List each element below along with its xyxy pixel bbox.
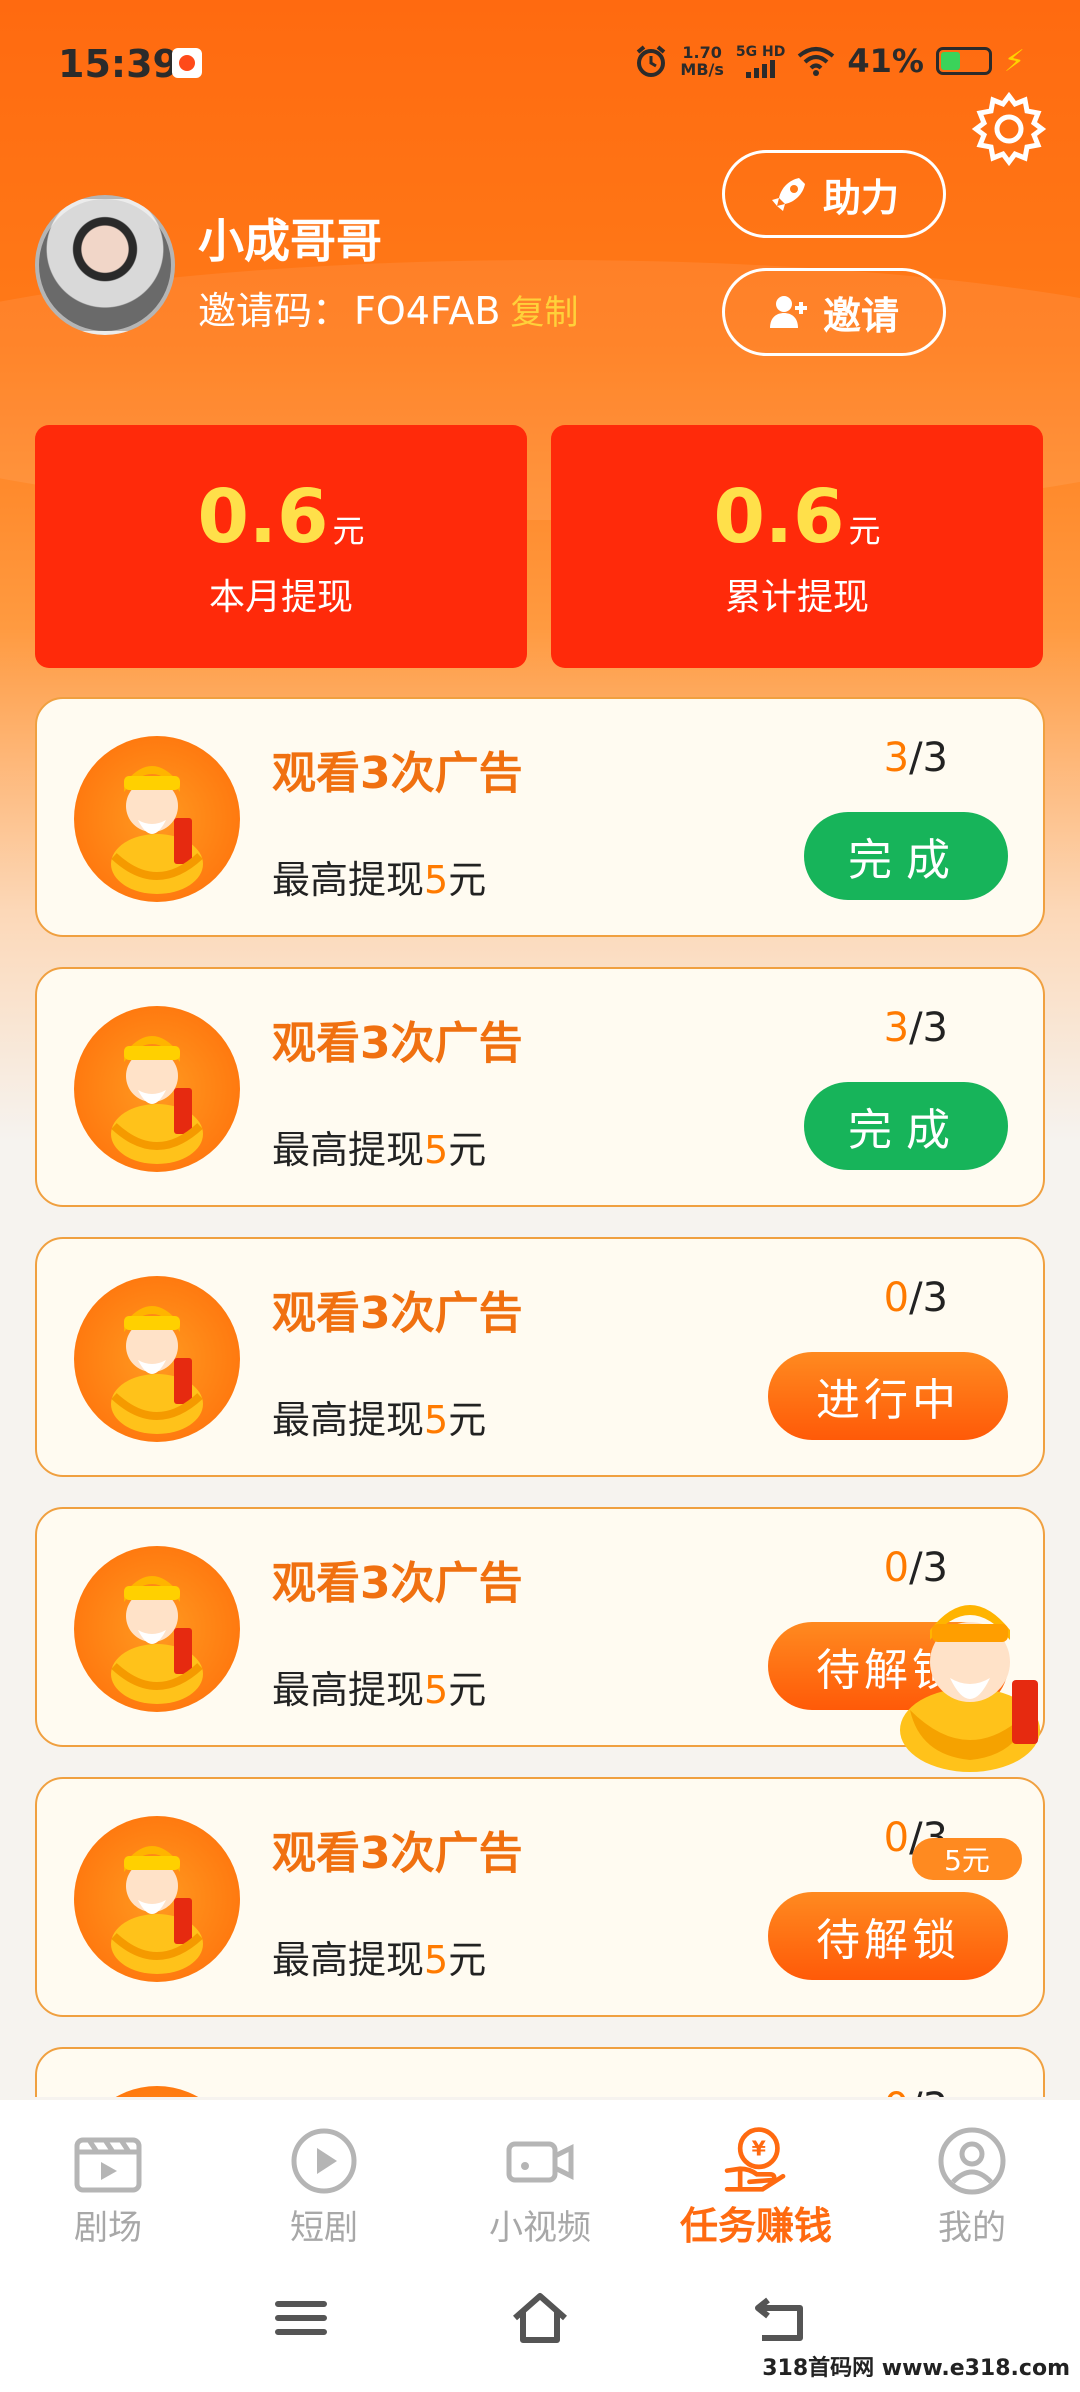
battery-icon	[935, 47, 992, 75]
task-action-button[interactable]: 完成	[804, 812, 1008, 900]
username: 小成哥哥	[198, 214, 382, 268]
wifi-icon	[798, 47, 835, 76]
task-title: 观看3次广告	[272, 1828, 523, 1879]
floating-reward-badge[interactable]: 5元	[912, 1838, 1022, 1880]
home-icon[interactable]	[507, 2288, 573, 2348]
monthly-withdrawal-card: 0.6 元 本月提现	[35, 425, 527, 668]
nav-label: 小视频	[489, 2208, 591, 2248]
menu-icon[interactable]	[268, 2288, 334, 2348]
signal-group: 5G HD	[736, 44, 785, 78]
fortune-god-icon	[74, 2086, 240, 2097]
status-bar: 15:39 1.70 MB/s 5G HD 41% ⚡	[0, 0, 1080, 130]
floating-reward-widget[interactable]	[880, 1580, 1060, 1780]
task-action-button[interactable]: 进行中	[768, 1352, 1008, 1440]
task-title: 观看3次广告	[272, 1558, 523, 1609]
fortune-god-icon	[74, 1816, 240, 1982]
app-notification-icon	[172, 48, 202, 78]
invite-button[interactable]: 邀请	[722, 268, 946, 356]
fortune-god-icon	[900, 1605, 1040, 1772]
task-title: 观看3次广告	[272, 1288, 523, 1339]
back-icon[interactable]	[748, 2288, 814, 2348]
fortune-god-icon	[74, 1546, 240, 1712]
fortune-god-icon	[74, 736, 240, 902]
video-camera-icon	[506, 2141, 574, 2183]
total-withdrawal-value: 0.6	[713, 473, 845, 560]
help-button-label: 助力	[822, 175, 899, 220]
nav-item-small-video[interactable]: 小视频	[432, 2100, 648, 2250]
invite-code: FO4FAB	[354, 289, 501, 333]
task-reward-text: 最高提现5元	[272, 1128, 487, 1172]
gear-icon	[971, 91, 1047, 167]
task-action-button[interactable]: 完成	[804, 1082, 1008, 1170]
nav-item-short-drama[interactable]: 短剧	[216, 2100, 432, 2250]
system-nav-bar: 318首码网 www.e318.com	[0, 2250, 1080, 2392]
task-card: 观看3次广告最高提现5元 0/3 进行中	[35, 1237, 1045, 1477]
charging-icon: ⚡	[1003, 43, 1025, 79]
avatar[interactable]	[35, 195, 175, 335]
nav-label: 短剧	[290, 2208, 358, 2248]
signal-icon	[745, 59, 775, 78]
task-progress: 0/3	[883, 1275, 948, 1321]
svg-text:¥: ¥	[752, 2137, 767, 2161]
task-title: 观看3次广告	[272, 748, 523, 799]
settings-button[interactable]	[970, 90, 1048, 168]
task-reward-text: 最高提现5元	[272, 1398, 487, 1442]
task-card: 观看3次广告最高提现5元0/3待解锁	[35, 2047, 1045, 2097]
invite-code-label: 邀请码：	[198, 289, 351, 333]
battery-percent: 41%	[847, 42, 924, 80]
task-reward-text: 最高提现5元	[272, 1938, 487, 1982]
play-circle-icon	[291, 2128, 357, 2194]
add-user-icon	[769, 296, 807, 328]
total-withdrawal-card: 0.6 元 累计提现	[551, 425, 1043, 668]
task-card: 观看3次广告最高提现5元 3/3 完成	[35, 967, 1045, 1207]
nav-item-mine[interactable]: 我的	[864, 2100, 1080, 2250]
money-hand-icon: ¥	[724, 2127, 786, 2192]
alarm-icon	[637, 45, 666, 77]
task-title: 观看3次广告	[272, 1018, 523, 1069]
rocket-icon	[771, 178, 805, 211]
task-action-button[interactable]: 待解锁	[768, 1892, 1008, 1980]
task-card: 观看3次广告最高提现5元0/3待解锁	[35, 1777, 1045, 2017]
watermark: 318首码网 www.e318.com	[762, 2356, 1070, 2381]
total-withdrawal-label: 累计提现	[724, 576, 869, 618]
help-button[interactable]: 助力	[722, 150, 946, 238]
nav-label: 我的	[938, 2208, 1006, 2248]
task-title: 观看3次广告	[272, 2087, 523, 2097]
task-reward-text: 最高提现5元	[272, 858, 487, 902]
task-progress: 3/3	[883, 735, 948, 781]
monthly-withdrawal-label: 本月提现	[208, 576, 353, 618]
nav-item-earn-tasks[interactable]: ¥ 任务赚钱	[648, 2100, 864, 2250]
total-withdrawal-unit: 元	[848, 511, 881, 550]
net-speed: 1.70 MB/s	[680, 43, 724, 79]
copy-invite-code-button[interactable]: 复制	[510, 285, 578, 334]
nav-label: 任务赚钱	[679, 2204, 832, 2248]
bottom-nav: 剧场 短剧 小视频 ¥ 任务赚钱 我的	[0, 2100, 1080, 2250]
task-card: 观看3次广告最高提现5元 3/3 完成	[35, 697, 1045, 937]
task-progress: 3/3	[883, 1005, 948, 1051]
monthly-withdrawal-value: 0.6	[197, 473, 329, 560]
invite-code-row: 邀请码： FO4FAB 复制	[198, 280, 578, 335]
task-list: 观看3次广告 最高提现5元 3/3 完成 观看3次广告 最高提现5元 3/3 完成 观看3次广告…	[35, 697, 1045, 2097]
invite-button-label: 邀请	[822, 293, 899, 338]
task-progress: 0/3	[884, 2085, 948, 2097]
monthly-withdrawal-unit: 元	[332, 511, 365, 550]
fortune-god-icon	[74, 1276, 240, 1442]
user-icon	[938, 2127, 1006, 2195]
task-reward-text: 最高提现5元	[272, 1668, 487, 1712]
status-time: 15:39	[58, 42, 179, 86]
nav-item-theater[interactable]: 剧场	[0, 2100, 216, 2250]
fortune-god-icon	[74, 1006, 240, 1172]
clapperboard-icon	[74, 2137, 142, 2193]
nav-label: 剧场	[74, 2208, 142, 2248]
